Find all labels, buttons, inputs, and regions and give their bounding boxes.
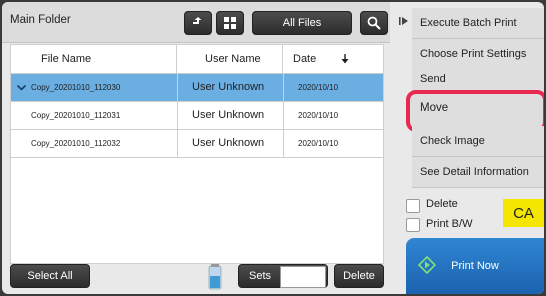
collapse-panel-button[interactable] <box>396 4 412 38</box>
checkmark-icon <box>17 84 26 91</box>
file-name-cell: Copy_20201010_112031 <box>31 111 121 120</box>
table-row[interactable]: Copy_20201010_112030 User Unknown 2020/1… <box>11 74 383 102</box>
file-name-cell: Copy_20201010_112030 <box>31 83 121 92</box>
execute-batch-print-item[interactable]: Execute Batch Print <box>412 8 544 39</box>
file-table: File Name User Name Date Copy_20201010_1… <box>10 44 384 264</box>
toner-icon <box>208 264 222 290</box>
sets-input[interactable] <box>280 266 326 288</box>
see-detail-information-item[interactable]: See Detail Information <box>412 157 544 188</box>
screen: Main Folder All Files File Name User Nam… <box>2 2 544 294</box>
print-now-button[interactable]: Print Now <box>406 238 544 294</box>
table-header: File Name User Name Date <box>11 45 383 74</box>
print-now-label: Print Now <box>451 260 499 272</box>
date-cell: 2020/10/10 <box>283 74 383 101</box>
folder-title: Main Folder <box>10 14 71 26</box>
print-bw-checkbox[interactable] <box>406 218 420 232</box>
sort-down-arrow-icon <box>341 54 349 64</box>
user-name-cell: User Unknown <box>177 74 283 101</box>
column-date[interactable]: Date <box>283 45 383 73</box>
sets-label: Sets <box>249 270 272 282</box>
search-button[interactable] <box>360 11 388 35</box>
date-cell: 2020/10/10 <box>283 102 383 129</box>
table-row[interactable]: Copy_20201010_112031 User Unknown 2020/1… <box>11 102 383 130</box>
column-date-label: Date <box>293 53 317 65</box>
print-bw-checkbox-label: Print B/W <box>426 218 473 230</box>
grid-view-button[interactable] <box>216 11 244 35</box>
check-image-item[interactable]: Check Image <box>412 126 544 157</box>
delete-button[interactable]: Delete <box>334 264 384 288</box>
delete-checkbox-label: Delete <box>426 198 458 210</box>
print-start-icon <box>418 256 436 274</box>
table-row[interactable]: Copy_20201010_112032 User Unknown 2020/1… <box>11 130 383 158</box>
up-folder-icon <box>193 17 202 24</box>
move-item-label: Move <box>420 102 449 114</box>
column-user-name[interactable]: User Name <box>177 45 283 73</box>
ca-button[interactable]: CA <box>503 199 544 227</box>
all-files-button[interactable]: All Files <box>252 11 352 35</box>
date-cell: 2020/10/10 <box>283 130 383 157</box>
column-file-name[interactable]: File Name <box>11 45 177 73</box>
collapse-arrow-icon <box>399 17 408 25</box>
file-name-cell: Copy_20201010_112032 <box>31 139 121 148</box>
top-bar: Main Folder All Files <box>2 2 390 43</box>
bottom-bar: Select All Sets Delete <box>2 264 390 294</box>
user-name-cell: User Unknown <box>177 102 283 129</box>
delete-checkbox[interactable] <box>406 199 420 213</box>
user-name-cell: User Unknown <box>177 130 283 157</box>
search-icon <box>367 16 381 30</box>
grid-view-icon <box>224 17 236 29</box>
up-folder-button[interactable] <box>184 11 212 35</box>
select-all-button[interactable]: Select All <box>10 264 90 288</box>
